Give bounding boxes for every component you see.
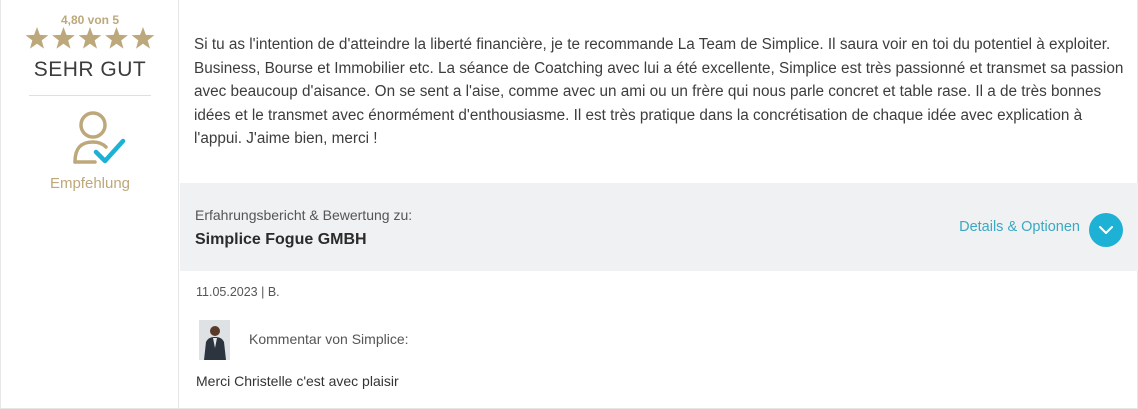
star-icon (105, 27, 128, 49)
avatar (199, 320, 230, 360)
company-bar: Erfahrungsbericht & Bewertung zu: Simpli… (180, 183, 1138, 271)
avatar-photo (199, 320, 230, 360)
details-toggle-button[interactable] (1089, 213, 1123, 247)
user-check-icon (73, 111, 126, 164)
review-text: Si tu as l'intention de d'atteindre la l… (194, 36, 1124, 147)
star-icon (131, 27, 155, 49)
company-name[interactable]: Simplice Fogue GMBH (195, 231, 367, 249)
comment-text: Merci Christelle c'est avec plaisir (196, 373, 399, 389)
company-bar-label: Erfahrungsbericht & Bewertung zu: (195, 207, 413, 223)
star-rating (25, 27, 155, 49)
divider (29, 95, 151, 96)
rating-panel: 4,80 von 5 SEHR GUT Empfehlung (1, 0, 179, 409)
review-card: 4,80 von 5 SEHR GUT Empfehlung Si tu as … (0, 0, 1138, 409)
chevron-down-icon (1099, 226, 1113, 234)
star-icon (25, 27, 49, 49)
comment-heading: Kommentar von Simplice: (249, 331, 409, 347)
recommendation-label: Empfehlung (49, 175, 131, 192)
review-meta: 11.05.2023 | B. (196, 285, 280, 299)
rating-word: SEHR GUT (33, 58, 147, 81)
star-icon (52, 27, 75, 49)
star-icon (78, 27, 102, 49)
details-options-link[interactable]: Details & Optionen (959, 219, 1080, 235)
